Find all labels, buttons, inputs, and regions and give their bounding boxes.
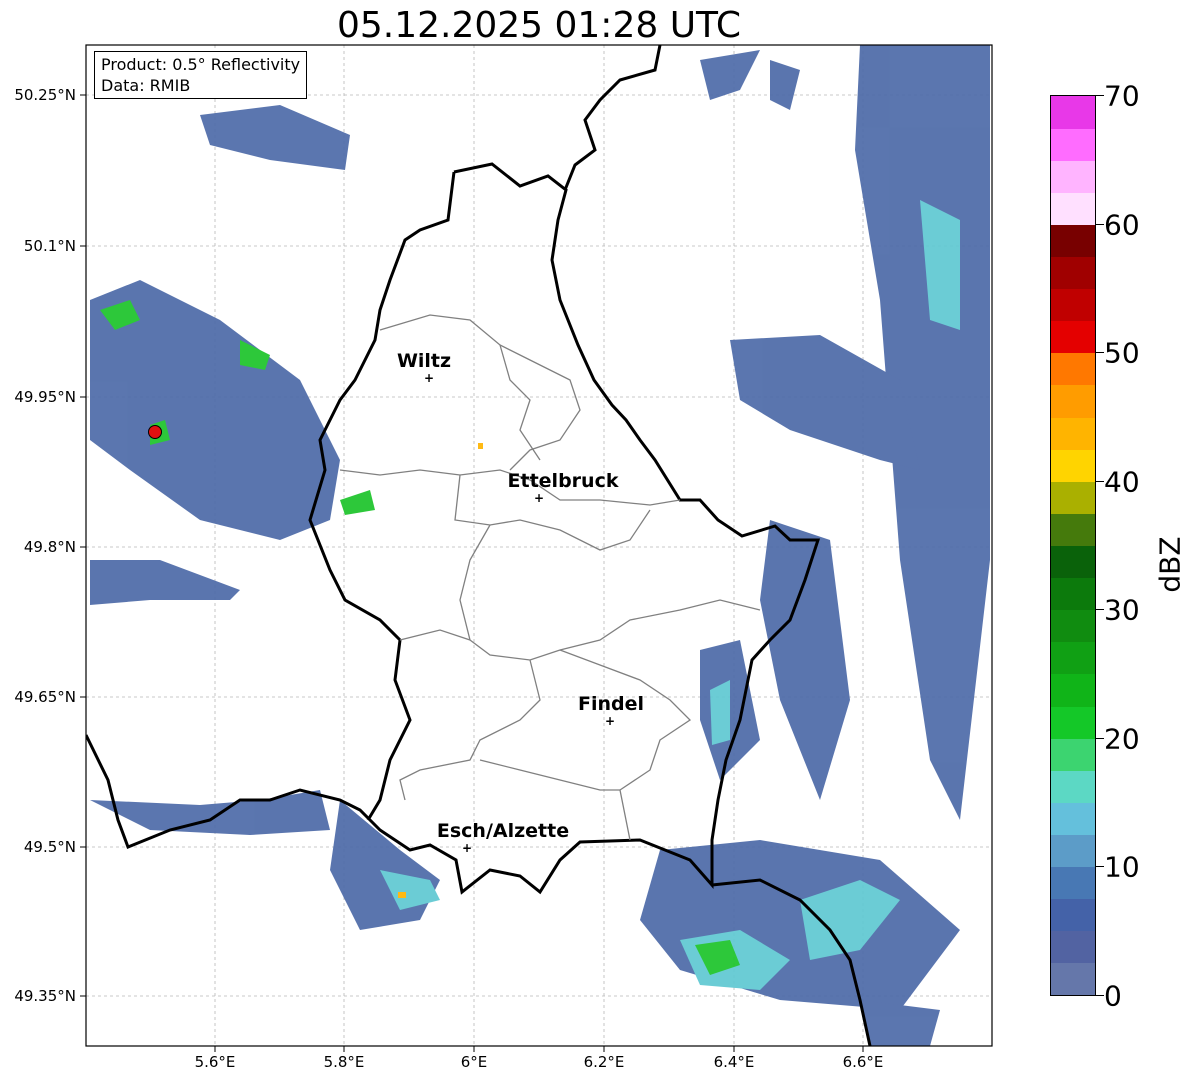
colorbar-segment [1051, 898, 1095, 932]
radar-map [80, 44, 993, 1052]
colorbar-segment [1051, 417, 1095, 450]
colorbar-segment [1051, 481, 1095, 514]
lat-tick-label: 49.5°N [23, 838, 76, 856]
colorbar-segment [1051, 834, 1095, 868]
lon-tick-label: 6.2°E [583, 1053, 625, 1071]
lon-tick-label: 5.8°E [323, 1053, 365, 1071]
colorbar-tick-label: 50 [1104, 336, 1140, 370]
lon-tick-label: 6°E [460, 1053, 488, 1071]
colorbar-tick [1096, 352, 1104, 353]
city-label-findel: Findel [577, 693, 645, 715]
colorbar-segment [1051, 449, 1095, 482]
colorbar-tick-label: 0 [1104, 979, 1122, 1013]
product-label: Product: 0.5° Reflectivity [101, 55, 301, 74]
city-marker-findel: + [604, 714, 616, 728]
map-title: 05.12.2025 01:28 UTC [336, 5, 742, 46]
colorbar-segment [1051, 545, 1095, 579]
city-marker-ettelbruck: + [533, 491, 545, 505]
colorbar-segment [1051, 962, 1095, 996]
city-label-esch-alzette: Esch/Alzette [436, 820, 570, 842]
colorbar-tick-label: 70 [1104, 79, 1140, 113]
city-marker-esch-alzette: + [461, 841, 473, 855]
colorbar-segment [1051, 96, 1095, 129]
colorbar-segment [1051, 930, 1095, 964]
colorbar-segment [1051, 288, 1095, 322]
radar-site-marker [148, 425, 162, 439]
lat-tick-label: 49.95°N [14, 388, 76, 406]
lat-tick-label: 49.65°N [14, 688, 76, 706]
colorbar-segment [1051, 320, 1095, 354]
country-border [86, 162, 821, 895]
colorbar-segment [1051, 609, 1095, 643]
colorbar-segment [1051, 256, 1095, 290]
colorbar-tick-label: 10 [1104, 850, 1140, 884]
colorbar-segment [1051, 641, 1095, 675]
lon-tick-label: 6.4°E [713, 1053, 755, 1071]
colorbar-segment [1051, 866, 1095, 900]
lat-tick-label: 49.8°N [23, 538, 76, 556]
colorbar-tick-label: 40 [1104, 465, 1140, 499]
colorbar [1050, 95, 1096, 996]
colorbar-segment [1051, 770, 1095, 803]
info-box: Product: 0.5° Reflectivity Data: RMIB [94, 51, 308, 99]
colorbar-tick [1096, 738, 1104, 739]
colorbar-segment [1051, 673, 1095, 707]
lat-tick-label: 50.25°N [14, 86, 76, 104]
lon-tick-label: 6.6°E [842, 1053, 884, 1071]
lat-tick-label: 49.35°N [14, 987, 76, 1005]
data-source-label: Data: RMIB [101, 76, 191, 95]
colorbar-segment [1051, 738, 1095, 771]
colorbar-segment [1051, 192, 1095, 225]
colorbar-tick [1096, 866, 1104, 867]
radar-echoes [90, 45, 990, 1046]
colorbar-segment [1051, 513, 1095, 546]
colorbar-segment [1051, 802, 1095, 835]
colorbar-tick-label: 60 [1104, 208, 1140, 242]
lon-tick-label: 5.6°E [194, 1053, 236, 1071]
colorbar-tick-label: 20 [1104, 722, 1140, 756]
colorbar-segment [1051, 706, 1095, 739]
lat-tick-label: 50.1°N [23, 237, 76, 255]
canton-boundaries [339, 314, 761, 841]
colorbar-unit-label: dBZ [1153, 536, 1184, 593]
colorbar-tick [1096, 609, 1104, 610]
city-label-ettelbruck: Ettelbruck [507, 470, 619, 492]
colorbar-segment [1051, 160, 1095, 193]
colorbar-tick-label: 30 [1104, 593, 1140, 627]
colorbar-segment [1051, 224, 1095, 258]
colorbar-tick [1096, 481, 1104, 482]
country-border-north [563, 45, 662, 191]
colorbar-segment [1051, 352, 1095, 386]
colorbar-segment [1051, 577, 1095, 611]
city-marker-wiltz: + [423, 371, 435, 385]
colorbar-tick [1096, 95, 1104, 96]
city-label-wiltz: Wiltz [396, 350, 452, 372]
colorbar-tick [1096, 224, 1104, 225]
colorbar-segment [1051, 384, 1095, 418]
colorbar-tick [1096, 995, 1104, 996]
colorbar-segment [1051, 128, 1095, 161]
